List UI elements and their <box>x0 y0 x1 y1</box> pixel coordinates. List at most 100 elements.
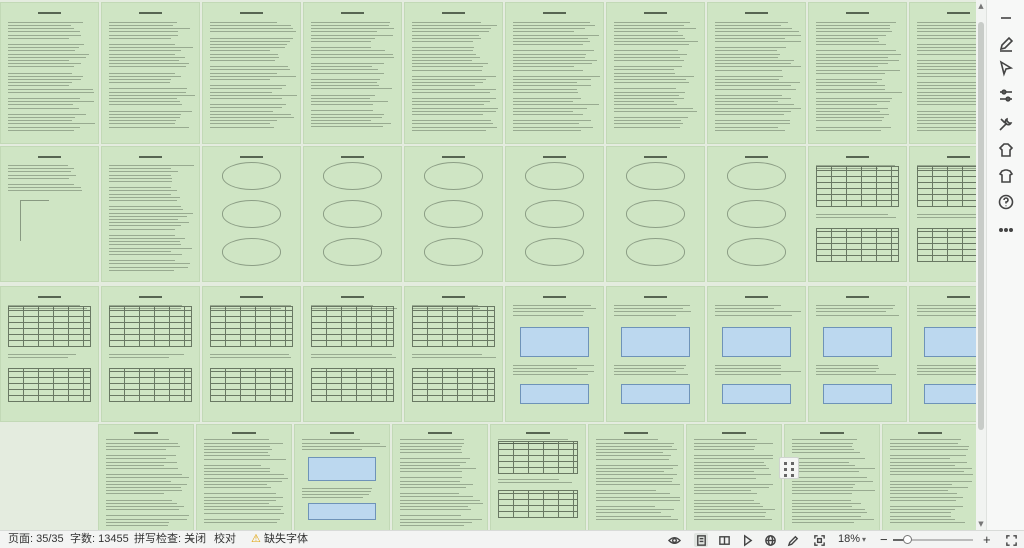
chevron-down-icon[interactable]: ▾ <box>862 531 866 548</box>
adjust-settings-icon[interactable] <box>994 84 1018 108</box>
chevron-down-icon[interactable]: ▾ <box>190 531 194 548</box>
zoom-slider[interactable] <box>893 535 973 544</box>
page-thumb[interactable] <box>909 2 976 144</box>
zoom-slider-knob[interactable] <box>903 535 913 544</box>
page-thumb[interactable] <box>404 2 503 144</box>
page-thumb[interactable] <box>404 286 503 422</box>
text-line <box>613 25 685 27</box>
page-view-icon[interactable] <box>694 533 708 547</box>
page-thumb[interactable] <box>505 2 604 144</box>
text-line <box>203 439 270 441</box>
page-thumb[interactable] <box>0 2 99 144</box>
page-thumb[interactable] <box>101 286 200 422</box>
text-line <box>7 184 75 186</box>
text-line <box>497 482 573 484</box>
scroll-down-arrow[interactable]: ▼ <box>977 520 985 528</box>
page-thumb[interactable] <box>392 424 488 530</box>
text-line <box>108 196 180 198</box>
page-thumb[interactable] <box>303 146 402 282</box>
page-thumb[interactable] <box>505 146 604 282</box>
proofread-button[interactable]: 校对 <box>214 531 236 548</box>
page-thumb[interactable] <box>101 146 200 282</box>
text-line <box>889 458 950 460</box>
warning-icon: ⚠ <box>251 533 261 545</box>
more-icon[interactable] <box>994 218 1018 242</box>
missing-fonts-button[interactable]: 缺失字体 <box>264 531 308 548</box>
document-canvas[interactable] <box>0 0 976 530</box>
text-line <box>108 234 176 236</box>
text-line <box>411 37 482 39</box>
pen-icon[interactable] <box>786 533 800 547</box>
page-heading-mark <box>845 155 870 158</box>
text-line <box>108 60 180 62</box>
page-thumb[interactable] <box>303 286 402 422</box>
page-indicator[interactable]: 页面: 35/35 <box>8 531 64 548</box>
zoom-level[interactable]: 18% <box>838 531 860 548</box>
page-heading-mark <box>744 11 769 14</box>
read-mode-icon[interactable] <box>717 533 731 547</box>
page-thumb[interactable] <box>588 424 684 530</box>
text-line <box>7 171 71 173</box>
scroll-up-arrow[interactable]: ▲ <box>977 2 985 10</box>
text-line <box>791 509 865 511</box>
play-icon[interactable] <box>740 533 754 547</box>
text-line <box>791 515 861 517</box>
page-thumb[interactable] <box>606 2 705 144</box>
page-thumb[interactable] <box>490 424 586 530</box>
text-line <box>815 72 885 74</box>
vertical-scrollbar[interactable]: ▲ ▼ <box>976 0 986 530</box>
page-thumb[interactable] <box>0 146 99 282</box>
page-thumb[interactable] <box>808 2 907 144</box>
text-line <box>916 314 976 316</box>
page-thumb[interactable] <box>882 424 976 530</box>
page-thumb[interactable] <box>101 2 200 144</box>
page-thumb[interactable] <box>707 146 806 282</box>
text-line <box>411 53 477 55</box>
text-line <box>7 113 86 115</box>
page-thumb[interactable] <box>202 146 301 282</box>
cloud-shirt-icon[interactable] <box>994 138 1018 162</box>
page-thumb[interactable] <box>505 286 604 422</box>
eye-icon[interactable] <box>667 533 681 547</box>
page-thumb[interactable] <box>686 424 782 530</box>
tools-icon[interactable] <box>994 112 1018 136</box>
page-thumb[interactable] <box>0 286 99 422</box>
zoom-in-button[interactable]: + <box>983 531 991 548</box>
expand-icon[interactable] <box>1004 533 1018 547</box>
page-thumb[interactable] <box>196 424 292 530</box>
page-thumb[interactable] <box>202 2 301 144</box>
shirt-icon[interactable] <box>994 164 1018 188</box>
text-line <box>105 461 177 463</box>
edit-pen-icon[interactable] <box>994 32 1018 56</box>
page-thumb[interactable] <box>909 146 976 282</box>
text-line <box>815 37 878 39</box>
text-line <box>693 483 774 485</box>
page-thumb[interactable] <box>707 2 806 144</box>
scroll-thumb[interactable] <box>978 22 984 430</box>
text-line <box>7 37 70 39</box>
page-thumb[interactable] <box>606 286 705 422</box>
page-thumb[interactable] <box>294 424 390 530</box>
word-count[interactable]: 字数: 13455 <box>70 531 129 548</box>
page-thumb[interactable] <box>909 286 976 422</box>
page-thumb[interactable] <box>707 286 806 422</box>
help-icon[interactable] <box>994 190 1018 214</box>
page-thumb[interactable] <box>202 286 301 422</box>
text-line <box>512 88 577 90</box>
page-thumb[interactable] <box>808 286 907 422</box>
zoom-out-button[interactable]: − <box>880 531 888 548</box>
page-thumb[interactable] <box>303 2 402 144</box>
page-thumb[interactable] <box>98 424 194 530</box>
cursor-select-icon[interactable] <box>994 56 1018 80</box>
page-thumb[interactable] <box>606 146 705 282</box>
quick-layout-panel[interactable] <box>779 457 799 479</box>
text-line <box>889 468 973 469</box>
page-thumb[interactable] <box>808 146 907 282</box>
er-diagram <box>524 162 585 190</box>
text-line <box>411 110 496 112</box>
fit-page-icon[interactable] <box>812 533 826 547</box>
minimize-icon[interactable] <box>994 6 1018 30</box>
web-view-icon[interactable] <box>763 533 777 547</box>
page-thumb[interactable] <box>404 146 503 282</box>
spell-check-toggle[interactable]: 拼写检查: 关闭 <box>134 531 206 548</box>
